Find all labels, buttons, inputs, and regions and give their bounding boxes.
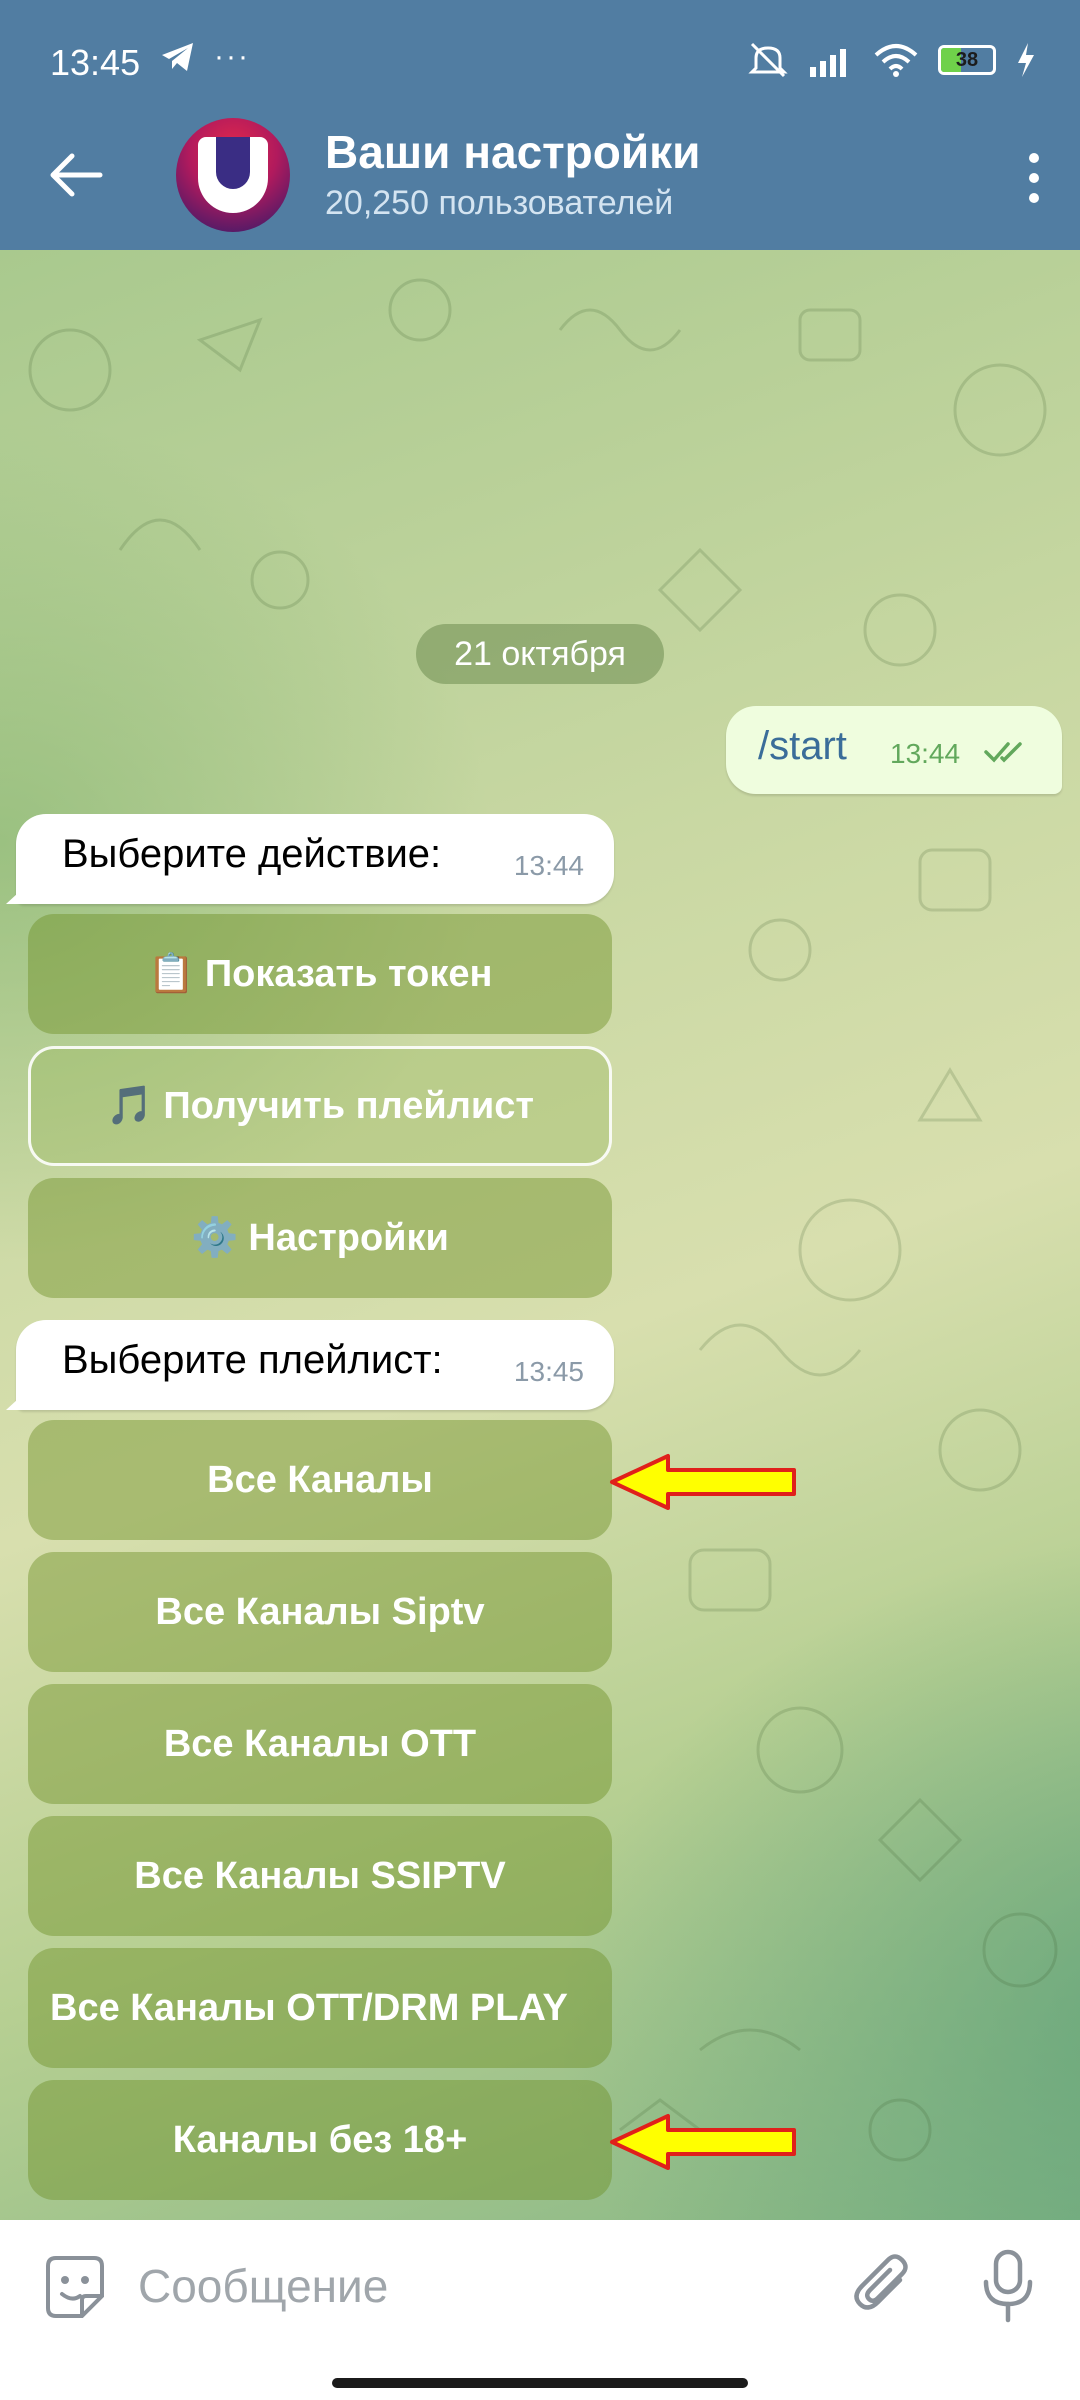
button-label: Показать токен xyxy=(204,952,493,995)
playlist-ssiptv-button[interactable]: Все Каналы SSIPTV xyxy=(28,1816,612,1936)
attach-icon[interactable] xyxy=(848,2250,918,2320)
back-arrow-icon[interactable] xyxy=(46,150,106,200)
message-input-bar xyxy=(0,2220,1080,2400)
button-label: Каналы без 18+ xyxy=(172,2118,468,2161)
signal-icon xyxy=(810,49,846,77)
message-text: Выберите действие: xyxy=(62,832,442,876)
telegram-icon xyxy=(162,43,193,71)
message-input[interactable] xyxy=(136,2250,780,2322)
wifi-icon xyxy=(874,44,918,77)
message-text: Выберите плейлист: xyxy=(62,1338,443,1382)
outgoing-message[interactable]: /start 13:44 xyxy=(726,706,1062,794)
chat-area[interactable]: 21 октября /start 13:44 Выберите действи… xyxy=(0,250,1080,2220)
sticker-icon[interactable] xyxy=(40,2252,110,2322)
chat-title[interactable]: Ваши настройки xyxy=(325,125,700,179)
battery-level: 38 xyxy=(955,48,979,71)
button-label: Все Каналы xyxy=(207,1458,433,1501)
charging-icon xyxy=(1018,43,1034,77)
chat-subtitle[interactable]: 20,250 пользователей xyxy=(325,184,673,223)
button-label: Настройки xyxy=(248,1216,449,1259)
more-menu-icon[interactable] xyxy=(1014,150,1054,206)
message-time: 13:44 xyxy=(513,850,584,881)
chat-avatar[interactable] xyxy=(176,118,290,232)
message-time: 13:45 xyxy=(513,1356,584,1387)
button-label: Все Каналы Siptv xyxy=(155,1590,485,1633)
double-check-icon xyxy=(984,742,1022,763)
button-label: Получить плейлист xyxy=(163,1084,534,1127)
status-left-icons: ··· xyxy=(160,40,250,74)
battery-indicator: 38 xyxy=(938,45,996,75)
status-time: 13:45 xyxy=(50,42,141,83)
status-more-text: ··· xyxy=(214,40,250,73)
message-time: 13:44 xyxy=(890,738,961,769)
avatar-logo-icon xyxy=(198,137,268,213)
incoming-message[interactable]: Выберите плейлист: 13:45 xyxy=(6,1320,614,1410)
button-label: Все Каналы OTT xyxy=(163,1722,477,1765)
mute-icon xyxy=(748,42,788,78)
music-note-icon: 🎵 xyxy=(106,1085,154,1127)
playlist-ott-drm-button[interactable]: Все Каналы OTT/DRM PLAY xyxy=(28,1948,612,2068)
message-text[interactable]: /start xyxy=(758,724,847,769)
clipboard-icon: 📋 xyxy=(147,953,195,995)
button-label: Все Каналы SSIPTV xyxy=(134,1854,506,1897)
button-label: Все Каналы OTT/DRM PLAY xyxy=(50,1986,568,2029)
incoming-message[interactable]: Выберите действие: 13:44 xyxy=(6,814,614,904)
playlist-all-channels-button[interactable]: Все Каналы xyxy=(28,1420,612,1540)
playlist-siptv-button[interactable]: Все Каналы Siptv xyxy=(28,1552,612,1672)
status-right-icons: 38 xyxy=(748,40,1036,80)
annotation-arrow-icon xyxy=(610,2114,796,2170)
settings-button[interactable]: ⚙️ Настройки xyxy=(28,1178,612,1298)
playlist-no-18-button[interactable]: Каналы без 18+ xyxy=(28,2080,612,2200)
get-playlist-button[interactable]: 🎵 Получить плейлист xyxy=(28,1046,612,1166)
microphone-icon[interactable] xyxy=(980,2248,1036,2324)
top-bar: 13:45 ··· 38 Ваши настройки 20,250 польз… xyxy=(0,0,1080,250)
home-indicator[interactable] xyxy=(332,2378,748,2388)
show-token-button[interactable]: 📋 Показать токен xyxy=(28,914,612,1034)
date-separator: 21 октября xyxy=(416,624,664,684)
playlist-ott-button[interactable]: Все Каналы OTT xyxy=(28,1684,612,1804)
gear-icon: ⚙️ xyxy=(191,1217,239,1259)
annotation-arrow-icon xyxy=(610,1454,796,1510)
